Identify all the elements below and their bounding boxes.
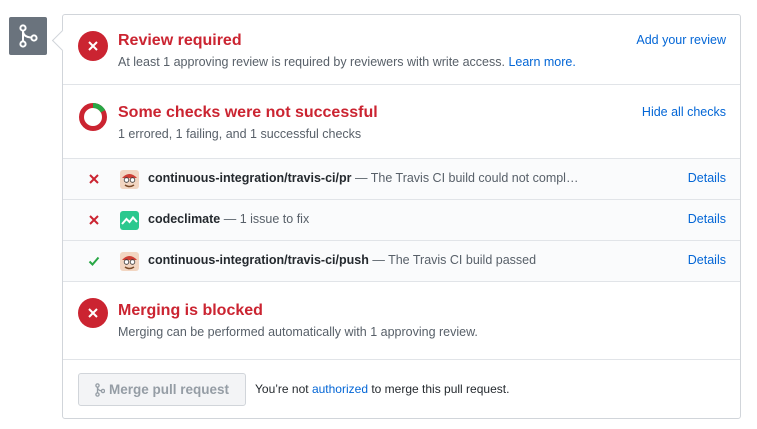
- git-merge-icon: [9, 17, 47, 55]
- note-prefix: You’re not: [255, 382, 309, 396]
- check-details-link[interactable]: Details: [688, 212, 726, 226]
- x-circle-icon: [78, 298, 108, 328]
- checks-section: Some checks were not successful 1 errore…: [63, 85, 740, 159]
- review-section: Review required At least 1 approving rev…: [63, 15, 740, 85]
- check-row: continuous-integration/travis-ci/push — …: [63, 241, 740, 282]
- x-circle-icon: [78, 31, 108, 61]
- check-name: continuous-integration/travis-ci/push: [148, 253, 369, 267]
- add-review-link[interactable]: Add your review: [636, 33, 726, 47]
- check-row: continuous-integration/travis-ci/pr — Th…: [63, 159, 740, 200]
- check-message: — The Travis CI build passed: [372, 253, 537, 267]
- check-name: codeclimate: [148, 212, 221, 226]
- x-icon: [89, 174, 99, 184]
- check-details-link[interactable]: Details: [688, 171, 726, 185]
- merge-blocked-title: Merging is blocked: [118, 302, 263, 319]
- hide-checks-link[interactable]: Hide all checks: [642, 105, 726, 119]
- checks-summary: 1 errored, 1 failing, and 1 successful c…: [118, 127, 362, 141]
- codeclimate-logo-icon: [120, 211, 139, 230]
- merge-permission-note: You’re not authorized to merge this pull…: [255, 382, 509, 396]
- learn-more-link[interactable]: Learn more.: [508, 55, 575, 69]
- checks-donut-icon: [78, 102, 108, 132]
- check-message: — The Travis CI build could not compl…: [354, 171, 579, 185]
- check-row: codeclimate — 1 issue to fix Details: [63, 200, 740, 241]
- check-icon: [88, 256, 100, 266]
- checks-title: Some checks were not successful: [118, 104, 378, 121]
- x-icon: [89, 215, 99, 225]
- check-message: — 1 issue to fix: [223, 212, 310, 226]
- review-description: At least 1 approving review is required …: [118, 55, 576, 69]
- review-title: Review required: [118, 32, 242, 49]
- check-description: codeclimate — 1 issue to fix: [148, 212, 648, 226]
- review-description-text: At least 1 approving review is required …: [118, 55, 505, 69]
- git-merge-icon: [95, 382, 105, 397]
- authorized-link[interactable]: authorized: [312, 382, 368, 396]
- merge-blocked-section: Merging is blocked Merging can be perfor…: [63, 283, 740, 359]
- check-description: continuous-integration/travis-ci/push — …: [148, 253, 648, 267]
- merge-blocked-description: Merging can be performed automatically w…: [118, 325, 478, 339]
- merge-button-label: Merge pull request: [108, 382, 230, 397]
- check-details-link[interactable]: Details: [688, 253, 726, 267]
- check-description: continuous-integration/travis-ci/pr — Th…: [148, 171, 648, 185]
- merge-pull-request-button[interactable]: Merge pull request: [78, 373, 246, 406]
- merge-status-box: Review required At least 1 approving rev…: [62, 14, 741, 419]
- check-name: continuous-integration/travis-ci/pr: [148, 171, 352, 185]
- travis-ci-mascot-icon: [120, 252, 139, 271]
- note-suffix: to merge this pull request.: [371, 382, 510, 396]
- travis-ci-mascot-icon: [120, 170, 139, 189]
- merge-footer: Merge pull request You’re not authorized…: [63, 359, 740, 420]
